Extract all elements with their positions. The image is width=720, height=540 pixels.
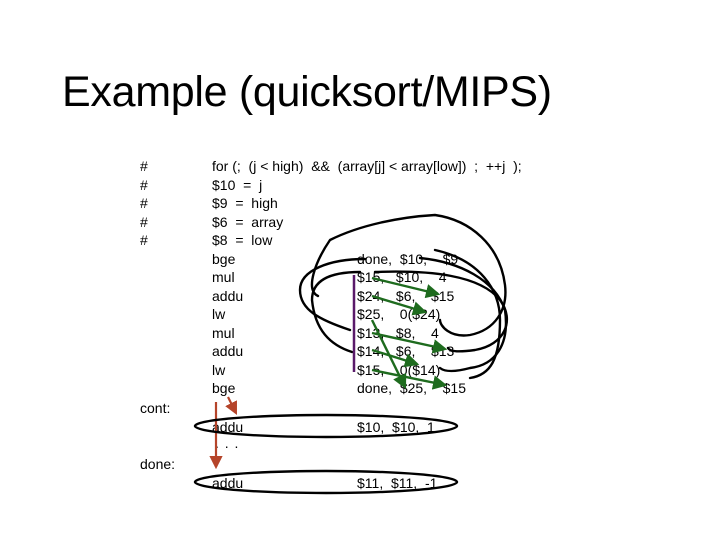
instruction-args: $24, $6, $15 (357, 287, 455, 304)
instruction-args: $15, 0($14) (357, 361, 441, 378)
comment-text: $6 = array (212, 213, 284, 230)
comment-marker: # (140, 176, 148, 193)
branch-arrow-cont (225, 396, 237, 415)
ellipsis: . . . (215, 435, 240, 451)
label-cont: cont: (140, 400, 171, 416)
done-instruction-op: addu (212, 475, 244, 491)
label-done: done: (140, 456, 176, 472)
instruction-op: lw (212, 361, 226, 378)
instruction-op: bge (212, 380, 236, 396)
instruction-op: bge (212, 250, 236, 267)
instruction-op: mul (212, 269, 235, 285)
instruction-args: $25, 0($24) (357, 306, 441, 322)
instruction-op: addu (212, 343, 244, 359)
instruction-args: $13, $8, 4 (357, 324, 439, 341)
instruction-args: $14, $6, $13 (357, 343, 455, 359)
instruction-args: $15, $10, 4 (357, 269, 447, 285)
cont-instruction-args: $10, $10, 1 (357, 419, 435, 435)
comment-text: $9 = high (212, 195, 278, 211)
instruction-args: done, $10, $9 (357, 250, 459, 267)
comment-marker: # (140, 232, 148, 248)
comment-marker: # (140, 195, 148, 211)
comment-marker: # (140, 213, 148, 230)
loop-curve-2 (298, 257, 367, 332)
comment-marker: # (140, 158, 148, 174)
instruction-args: done, $25, $15 (357, 380, 466, 396)
comment-text: $10 = j (212, 176, 263, 193)
comment-text: for (; (j < high) && (array[j] < array[l… (212, 158, 522, 174)
slide-title: Example (quicksort/MIPS) (62, 68, 552, 116)
instruction-op: lw (212, 306, 226, 322)
instruction-op: mul (212, 324, 235, 341)
comment-text: $8 = low (212, 232, 273, 248)
instruction-op: addu (212, 287, 244, 304)
done-instruction-args: $11, $11, -1 (357, 475, 438, 491)
